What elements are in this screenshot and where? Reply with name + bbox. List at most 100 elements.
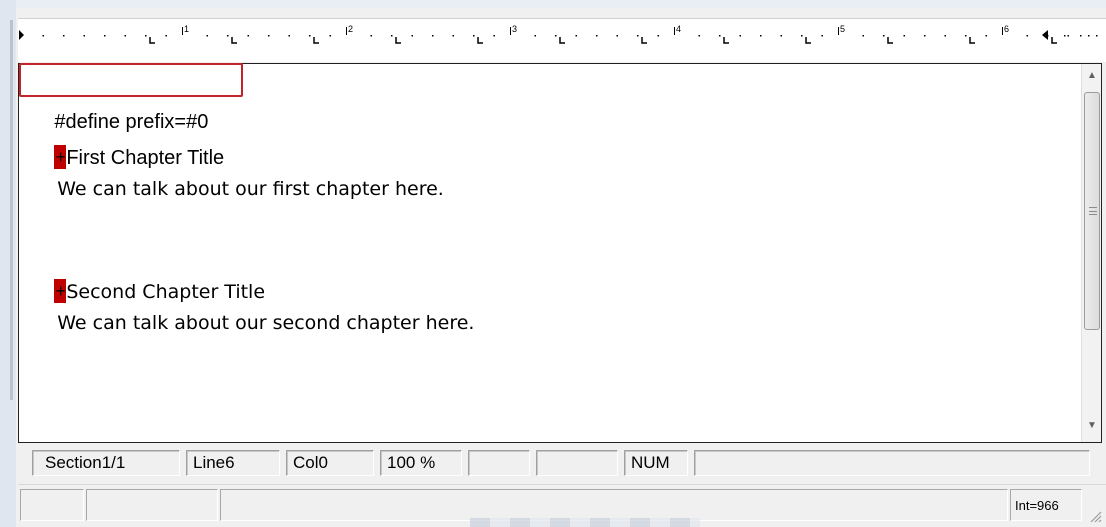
ruler-tick (596, 35, 598, 37)
ruler-inch-mark (346, 27, 347, 35)
ruler-tick (534, 35, 536, 37)
ruler-tick (145, 35, 147, 37)
ruler-tab-stop[interactable] (313, 37, 319, 44)
scroll-up-arrow-icon[interactable]: ▲ (1082, 66, 1102, 86)
ruler-tick (924, 35, 926, 37)
ruler-tab-stop[interactable] (559, 37, 565, 44)
ruler-tick (1080, 35, 1082, 37)
vertical-scrollbar[interactable]: ▲ ▼ (1081, 64, 1101, 442)
ruler-tick (452, 35, 454, 37)
ruler-tick (883, 35, 885, 37)
status-empty-1 (468, 450, 530, 476)
ruler-tick (719, 35, 721, 37)
ruler-tick (391, 35, 393, 37)
chapter-body-line-1[interactable]: We can talk about our first chapter here… (21, 156, 444, 222)
ruler-tick (903, 35, 905, 37)
ruler-number: 3 (512, 24, 517, 34)
document-content[interactable]: #define prefix=#0 + First Chapter Title W… (19, 63, 1101, 442)
status-empty-3 (694, 450, 1090, 476)
ruler-tab-stop[interactable] (477, 37, 483, 44)
ruler-tick (63, 35, 65, 37)
status-column: Col0 (286, 450, 374, 476)
ruler-tick (227, 35, 229, 37)
ruler-tab-stop[interactable] (723, 37, 729, 44)
bottom-cell-2 (86, 489, 218, 521)
ruler-inch-mark (838, 27, 839, 35)
ruler[interactable]: 1 2 3 4 5 6 (18, 18, 1106, 62)
ruler-tick (288, 35, 290, 37)
ruler-tick (985, 35, 987, 37)
status-section: Section1/1 (32, 450, 180, 476)
ruler-tick (698, 35, 700, 37)
ruler-tick (309, 35, 311, 37)
ruler-tab-stop[interactable] (1051, 37, 1057, 44)
ruler-tick (801, 35, 803, 37)
ruler-tick (329, 35, 331, 37)
ruler-tick (821, 35, 823, 37)
resize-grip-icon[interactable] (1088, 509, 1102, 523)
ruler-tick (104, 35, 106, 37)
ruler-tick (944, 35, 946, 37)
ruler-tick (555, 35, 557, 37)
ruler-scale: 1 2 3 4 5 6 (19, 24, 1098, 44)
ruler-tick (206, 35, 208, 37)
left-gutter (0, 0, 16, 527)
window-top-edge (0, 0, 1106, 8)
ruler-tick (1064, 35, 1066, 37)
ruler-tick (432, 35, 434, 37)
status-line: Line6 (186, 450, 280, 476)
ruler-tick (616, 35, 618, 37)
ruler-tick (862, 35, 864, 37)
ruler-tick (42, 35, 44, 37)
status-bar: Section1/1 Line6 Col0 100 % NUM (18, 446, 1106, 480)
scroll-thumb[interactable] (1084, 92, 1100, 330)
ruler-tick (965, 35, 967, 37)
ruler-tab-stop[interactable] (395, 37, 401, 44)
ruler-tick (268, 35, 270, 37)
ruler-tick (370, 35, 372, 37)
bottom-cell-1 (20, 489, 84, 521)
ruler-tab-stop[interactable] (805, 37, 811, 44)
status-zoom: 100 % (380, 450, 462, 476)
ruler-tick (739, 35, 741, 37)
ruler-number: 4 (676, 24, 681, 34)
ruler-tab-stop[interactable] (969, 37, 975, 44)
ruler-tick (575, 35, 577, 37)
ruler-inch-mark (674, 27, 675, 35)
ruler-number: 6 (1004, 24, 1009, 34)
ruler-tab-stop[interactable] (641, 37, 647, 44)
ruler-tick (124, 35, 126, 37)
left-indent-marker-icon[interactable] (19, 30, 24, 40)
background-blur (470, 518, 700, 527)
ruler-tick (473, 35, 475, 37)
ruler-tick (637, 35, 639, 37)
ruler-inch-mark (510, 27, 511, 35)
ruler-tab-stop[interactable] (887, 37, 893, 44)
ruler-tick (83, 35, 85, 37)
document-editor[interactable]: #define prefix=#0 + First Chapter Title W… (18, 63, 1102, 443)
ruler-tick (1088, 35, 1090, 37)
status-empty-2 (536, 450, 618, 476)
ruler-tick (657, 35, 659, 37)
bottom-cell-3 (220, 489, 1008, 521)
ruler-tick (1096, 35, 1098, 37)
ruler-tab-stop[interactable] (149, 37, 155, 44)
ruler-tick (1067, 35, 1069, 37)
scroll-down-arrow-icon[interactable]: ▼ (1082, 416, 1102, 436)
ruler-tick (760, 35, 762, 37)
ruler-tick (411, 35, 413, 37)
ruler-tick (493, 35, 495, 37)
ruler-tick (165, 35, 167, 37)
ruler-inch-mark (182, 27, 183, 35)
chapter-body-line-2[interactable]: We can talk about our second chapter her… (21, 290, 474, 356)
right-indent-marker-icon[interactable] (1042, 30, 1048, 40)
bottom-int-label: Int=966 (1010, 489, 1082, 521)
status-num: NUM (624, 450, 688, 476)
ruler-tab-stop[interactable] (231, 37, 237, 44)
chapter-body-2: We can talk about our second chapter her… (57, 312, 475, 334)
ruler-tick (1026, 35, 1028, 37)
ruler-number: 1 (184, 24, 189, 34)
ruler-number: 5 (840, 24, 845, 34)
ruler-inch-mark (1002, 27, 1003, 35)
ruler-tick (247, 35, 249, 37)
